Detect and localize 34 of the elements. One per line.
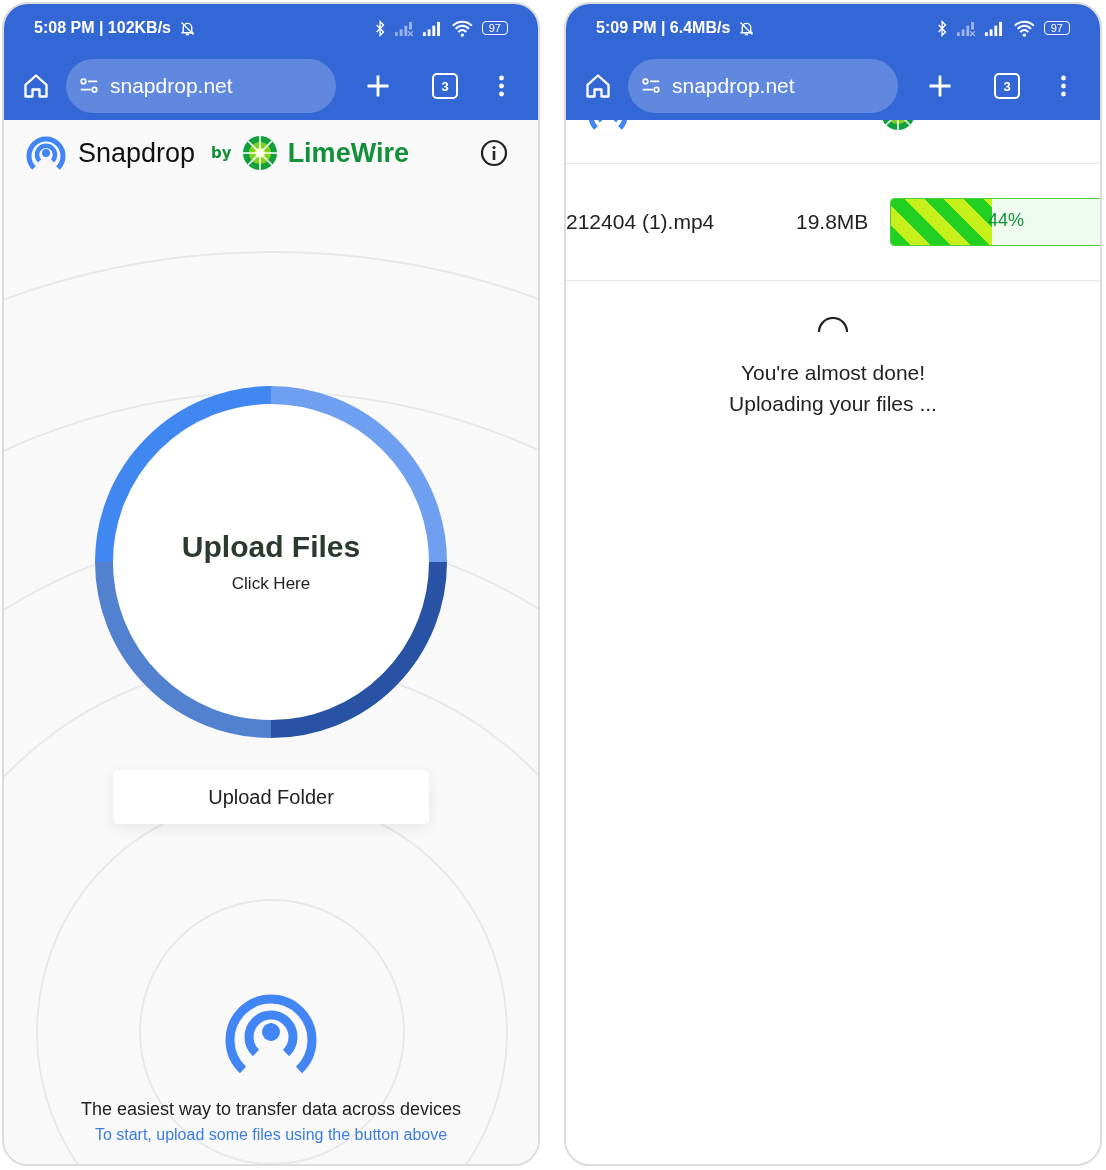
wifi-icon — [1013, 19, 1036, 37]
address-bar[interactable]: snapdrop.net — [66, 59, 336, 113]
signal-icon — [393, 19, 415, 37]
tab-count-button[interactable]: 3 — [994, 73, 1020, 99]
partner-name: LimeWire — [287, 137, 409, 169]
home-icon[interactable] — [584, 72, 612, 100]
wifi-icon — [451, 19, 474, 37]
lime-logo-icon — [241, 135, 278, 171]
status-message: You're almost done! — [740, 360, 926, 386]
bluetooth-icon — [937, 19, 948, 37]
battery-icon: 97 — [1043, 21, 1070, 35]
status-time: 5:08 PM | 102KB/s — [34, 19, 171, 37]
battery-icon: 97 — [481, 21, 508, 35]
bluetooth-icon — [375, 19, 386, 37]
status-message: Uploading your files ... — [729, 391, 937, 417]
address-bar[interactable]: snapdrop.net — [628, 59, 898, 113]
by-text: by — [211, 144, 232, 162]
url-text: snapdrop.net — [110, 74, 233, 98]
status-time: 5:09 PM | 6.4MB/s — [596, 19, 731, 37]
upload-files-button[interactable]: Upload Files Click Here — [95, 386, 447, 738]
home-icon[interactable] — [22, 72, 50, 100]
file-name: 212404 (1).mp4 — [566, 210, 716, 234]
signal-icon — [955, 19, 977, 37]
file-size: 19.8MB — [796, 210, 870, 234]
tagline-text: The easiest way to transfer data across devices — [80, 1099, 462, 1120]
info-icon[interactable] — [480, 139, 508, 167]
brand-name: Snapdrop — [78, 137, 196, 169]
menu-icon[interactable] — [498, 74, 505, 98]
spinner-icon — [818, 317, 848, 333]
hint-text: To start, upload some files using the button above — [94, 1126, 448, 1144]
tab-count-button[interactable]: 3 — [432, 73, 458, 99]
url-text: snapdrop.net — [672, 74, 795, 98]
menu-icon[interactable] — [1060, 74, 1067, 98]
upload-folder-button[interactable]: Upload Folder — [113, 770, 429, 824]
